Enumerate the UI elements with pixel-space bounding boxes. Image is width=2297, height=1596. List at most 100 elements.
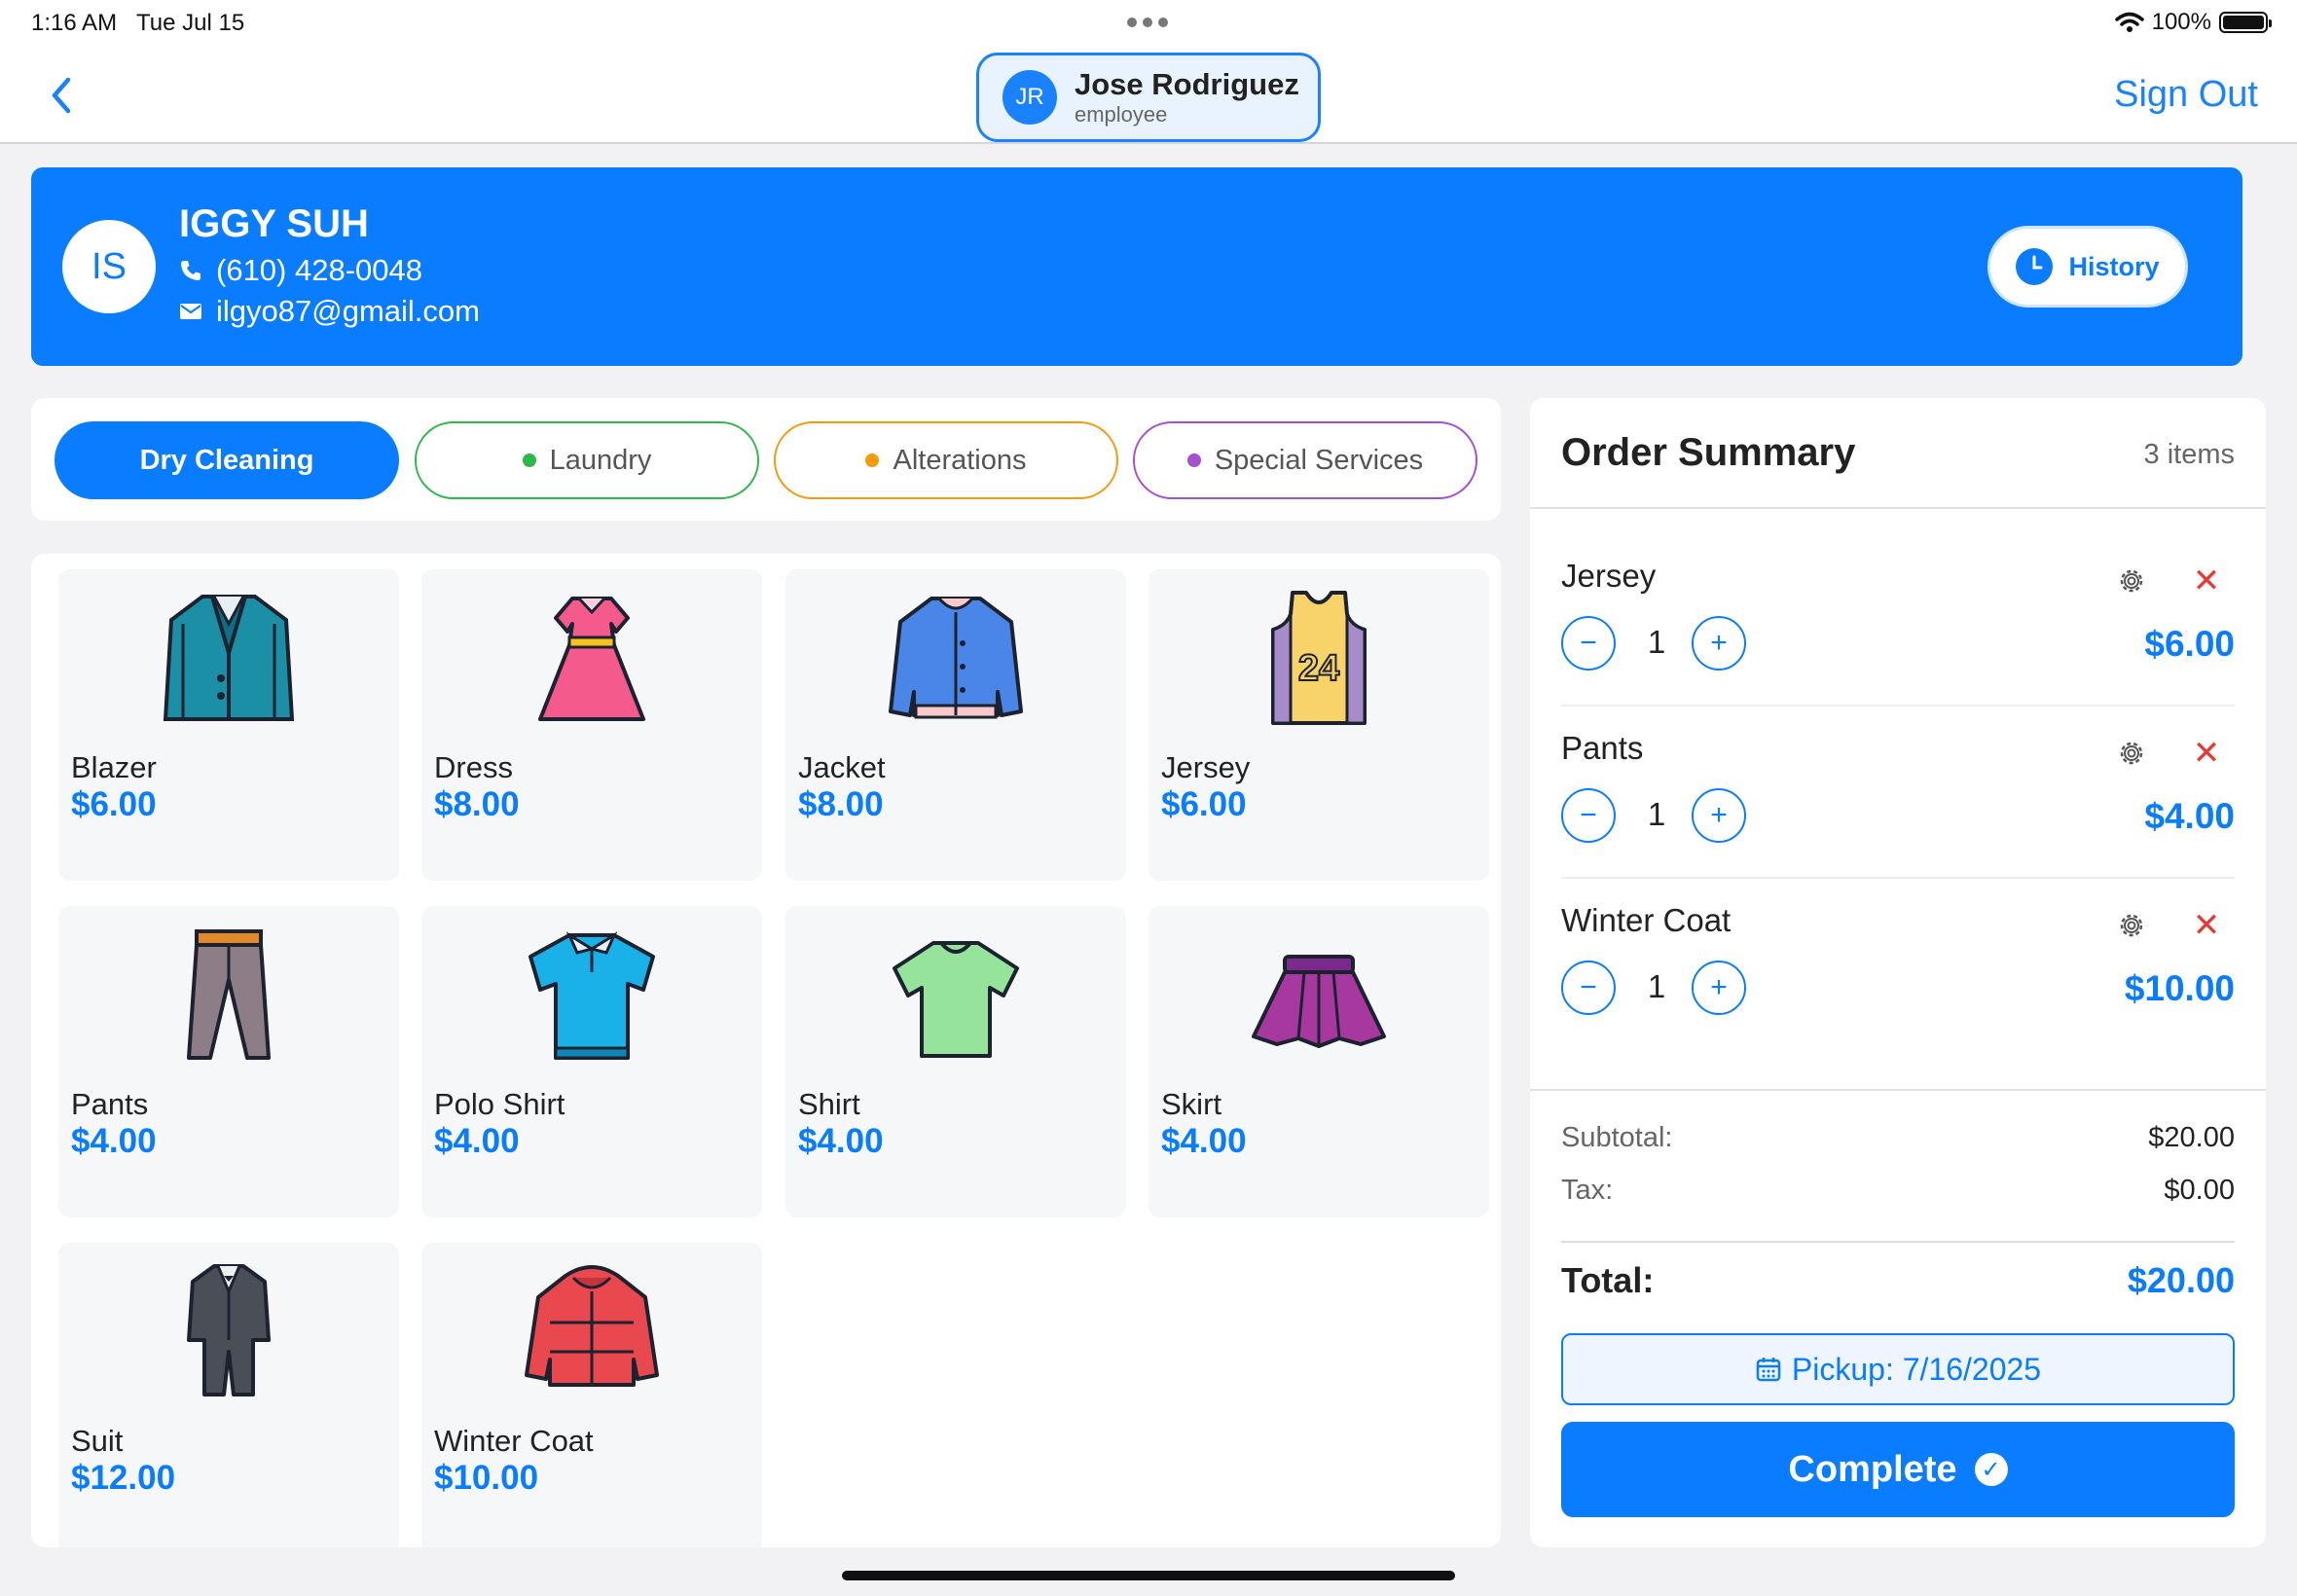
item-card-shirt[interactable]: Shirt $4.00 bbox=[785, 906, 1126, 1217]
items-grid: Blazer $6.00 Dress $8.00 Jacket $8.00 24… bbox=[31, 554, 1501, 1547]
clock-icon bbox=[2016, 248, 2054, 285]
order-item-count: 3 items bbox=[2143, 439, 2235, 470]
order-summary: Order Summary 3 items Jersey ✕ − 1 + $6.… bbox=[1530, 398, 2266, 1547]
battery-icon bbox=[2219, 12, 2272, 33]
increase-qty-button[interactable]: + bbox=[1692, 788, 1746, 843]
employee-badge[interactable]: JR Jose Rodriguez employee bbox=[976, 53, 1321, 142]
remove-item-button[interactable]: ✕ bbox=[2192, 563, 2221, 598]
winter-coat-icon bbox=[525, 1265, 659, 1387]
increase-qty-button[interactable]: + bbox=[1692, 616, 1746, 671]
item-price: $4.00 bbox=[798, 1122, 884, 1160]
item-price: $4.00 bbox=[434, 1122, 520, 1160]
remove-item-button[interactable]: ✕ bbox=[2192, 908, 2221, 943]
item-card-dress[interactable]: Dress $8.00 bbox=[421, 569, 762, 881]
item-name: Winter Coat bbox=[434, 1424, 594, 1458]
subtotal-row: Subtotal: $20.00 bbox=[1561, 1122, 2235, 1154]
tab-special-services[interactable]: Special Services bbox=[1133, 421, 1477, 499]
chevron-left-icon bbox=[52, 77, 71, 114]
decrease-qty-button[interactable]: − bbox=[1561, 961, 1616, 1015]
item-name: Skirt bbox=[1161, 1087, 1221, 1121]
tab-alterations[interactable]: Alterations bbox=[774, 421, 1118, 499]
dress-icon bbox=[538, 597, 645, 721]
total-label: Total: bbox=[1561, 1260, 1655, 1300]
item-price: $10.00 bbox=[434, 1459, 539, 1497]
multitasking-dots-icon[interactable] bbox=[1127, 18, 1168, 27]
subtotal-label: Subtotal: bbox=[1561, 1122, 1673, 1153]
sign-out-button[interactable]: Sign Out bbox=[2114, 74, 2258, 116]
wifi-icon bbox=[2114, 12, 2144, 32]
laundry-dot-icon bbox=[522, 453, 536, 467]
item-card-blazer[interactable]: Blazer $6.00 bbox=[58, 569, 399, 881]
back-button[interactable] bbox=[43, 74, 82, 117]
tax-value: $0.00 bbox=[2164, 1175, 2235, 1206]
decrease-qty-button[interactable]: − bbox=[1561, 788, 1616, 843]
jersey-icon: 24 bbox=[1271, 591, 1367, 725]
item-price: $8.00 bbox=[434, 785, 520, 823]
remove-item-button[interactable]: ✕ bbox=[2192, 736, 2221, 771]
polo-shirt-icon bbox=[529, 931, 655, 1060]
item-price: $12.00 bbox=[71, 1459, 176, 1497]
employee-name: Jose Rodriguez bbox=[1075, 67, 1299, 101]
order-line-qty: 1 bbox=[1647, 796, 1666, 832]
tab-label: Special Services bbox=[1214, 444, 1424, 476]
tax-label: Tax: bbox=[1561, 1175, 1614, 1206]
customer-email-row: ilgyo87@gmail.com bbox=[179, 294, 480, 329]
item-price: $4.00 bbox=[1161, 1122, 1247, 1160]
home-indicator[interactable] bbox=[842, 1571, 1455, 1580]
category-tabs: Dry Cleaning Laundry Alterations Special… bbox=[31, 398, 1501, 521]
calendar-icon bbox=[1756, 1358, 1781, 1382]
svg-text:24: 24 bbox=[1298, 648, 1339, 689]
pants-icon bbox=[187, 929, 271, 1060]
item-price: $6.00 bbox=[1161, 785, 1247, 823]
complete-label: Complete bbox=[1788, 1448, 1957, 1490]
blazer-icon bbox=[163, 595, 295, 721]
gear-icon[interactable] bbox=[2116, 565, 2147, 597]
tax-row: Tax: $0.00 bbox=[1561, 1175, 2235, 1207]
item-price: $4.00 bbox=[71, 1122, 157, 1160]
item-card-skirt[interactable]: Skirt $4.00 bbox=[1148, 906, 1489, 1217]
pickup-label: Pickup: 7/16/2025 bbox=[1791, 1351, 2042, 1387]
item-card-jacket[interactable]: Jacket $8.00 bbox=[785, 569, 1126, 881]
customer-avatar: IS bbox=[62, 220, 156, 313]
employee-avatar: JR bbox=[1003, 70, 1057, 125]
mail-icon bbox=[180, 304, 201, 319]
item-name: Suit bbox=[71, 1424, 124, 1458]
divider bbox=[1530, 1089, 2266, 1091]
order-line-price: $4.00 bbox=[2144, 796, 2235, 836]
tab-dry-cleaning[interactable]: Dry Cleaning bbox=[55, 421, 399, 499]
decrease-qty-button[interactable]: − bbox=[1561, 616, 1616, 671]
history-button[interactable]: History bbox=[1987, 226, 2188, 308]
gear-icon[interactable] bbox=[2116, 738, 2147, 769]
navigation-bar: JR Jose Rodriguez employee Sign Out bbox=[0, 47, 2297, 144]
item-card-polo-shirt[interactable]: Polo Shirt $4.00 bbox=[421, 906, 762, 1217]
total-row: Total: $20.00 bbox=[1561, 1260, 2235, 1301]
order-line-price: $10.00 bbox=[2124, 968, 2235, 1008]
order-line: Winter Coat ✕ − 1 + $10.00 bbox=[1561, 879, 2235, 1051]
item-card-winter-coat[interactable]: Winter Coat $10.00 bbox=[421, 1243, 762, 1547]
item-card-suit[interactable]: Suit $12.00 bbox=[58, 1243, 399, 1547]
skirt-icon bbox=[1252, 955, 1386, 1048]
order-line-qty: 1 bbox=[1647, 968, 1666, 1004]
pickup-date-button[interactable]: Pickup: 7/16/2025 bbox=[1561, 1333, 2235, 1405]
increase-qty-button[interactable]: + bbox=[1692, 961, 1746, 1015]
order-line-name: Winter Coat bbox=[1561, 902, 1732, 938]
status-bar: 1:16 AM Tue Jul 15 100% bbox=[0, 0, 2297, 47]
tab-label: Laundry bbox=[549, 444, 652, 476]
order-line-price: $6.00 bbox=[2144, 624, 2235, 664]
complete-button[interactable]: Complete ✓ bbox=[1561, 1422, 2235, 1517]
order-line: Pants ✕ − 1 + $4.00 bbox=[1561, 707, 2235, 879]
customer-banner: IS IGGY SUH (610) 428-0048 ilgyo87@gmail… bbox=[31, 167, 2242, 366]
total-value: $20.00 bbox=[2127, 1260, 2235, 1300]
item-price: $8.00 bbox=[798, 785, 884, 823]
item-card-pants[interactable]: Pants $4.00 bbox=[58, 906, 399, 1217]
customer-phone-row: (610) 428-0048 bbox=[179, 253, 422, 288]
item-name: Shirt bbox=[798, 1087, 860, 1121]
shirt-icon bbox=[893, 941, 1019, 1058]
order-summary-header: Order Summary 3 items bbox=[1530, 398, 2266, 509]
battery-percent: 100% bbox=[2151, 9, 2211, 35]
status-indicators: 100% bbox=[2114, 9, 2272, 36]
item-card-jersey[interactable]: 24 Jersey $6.00 bbox=[1148, 569, 1489, 881]
tab-label: Alterations bbox=[893, 444, 1027, 476]
gear-icon[interactable] bbox=[2116, 910, 2147, 941]
tab-laundry[interactable]: Laundry bbox=[415, 421, 759, 499]
